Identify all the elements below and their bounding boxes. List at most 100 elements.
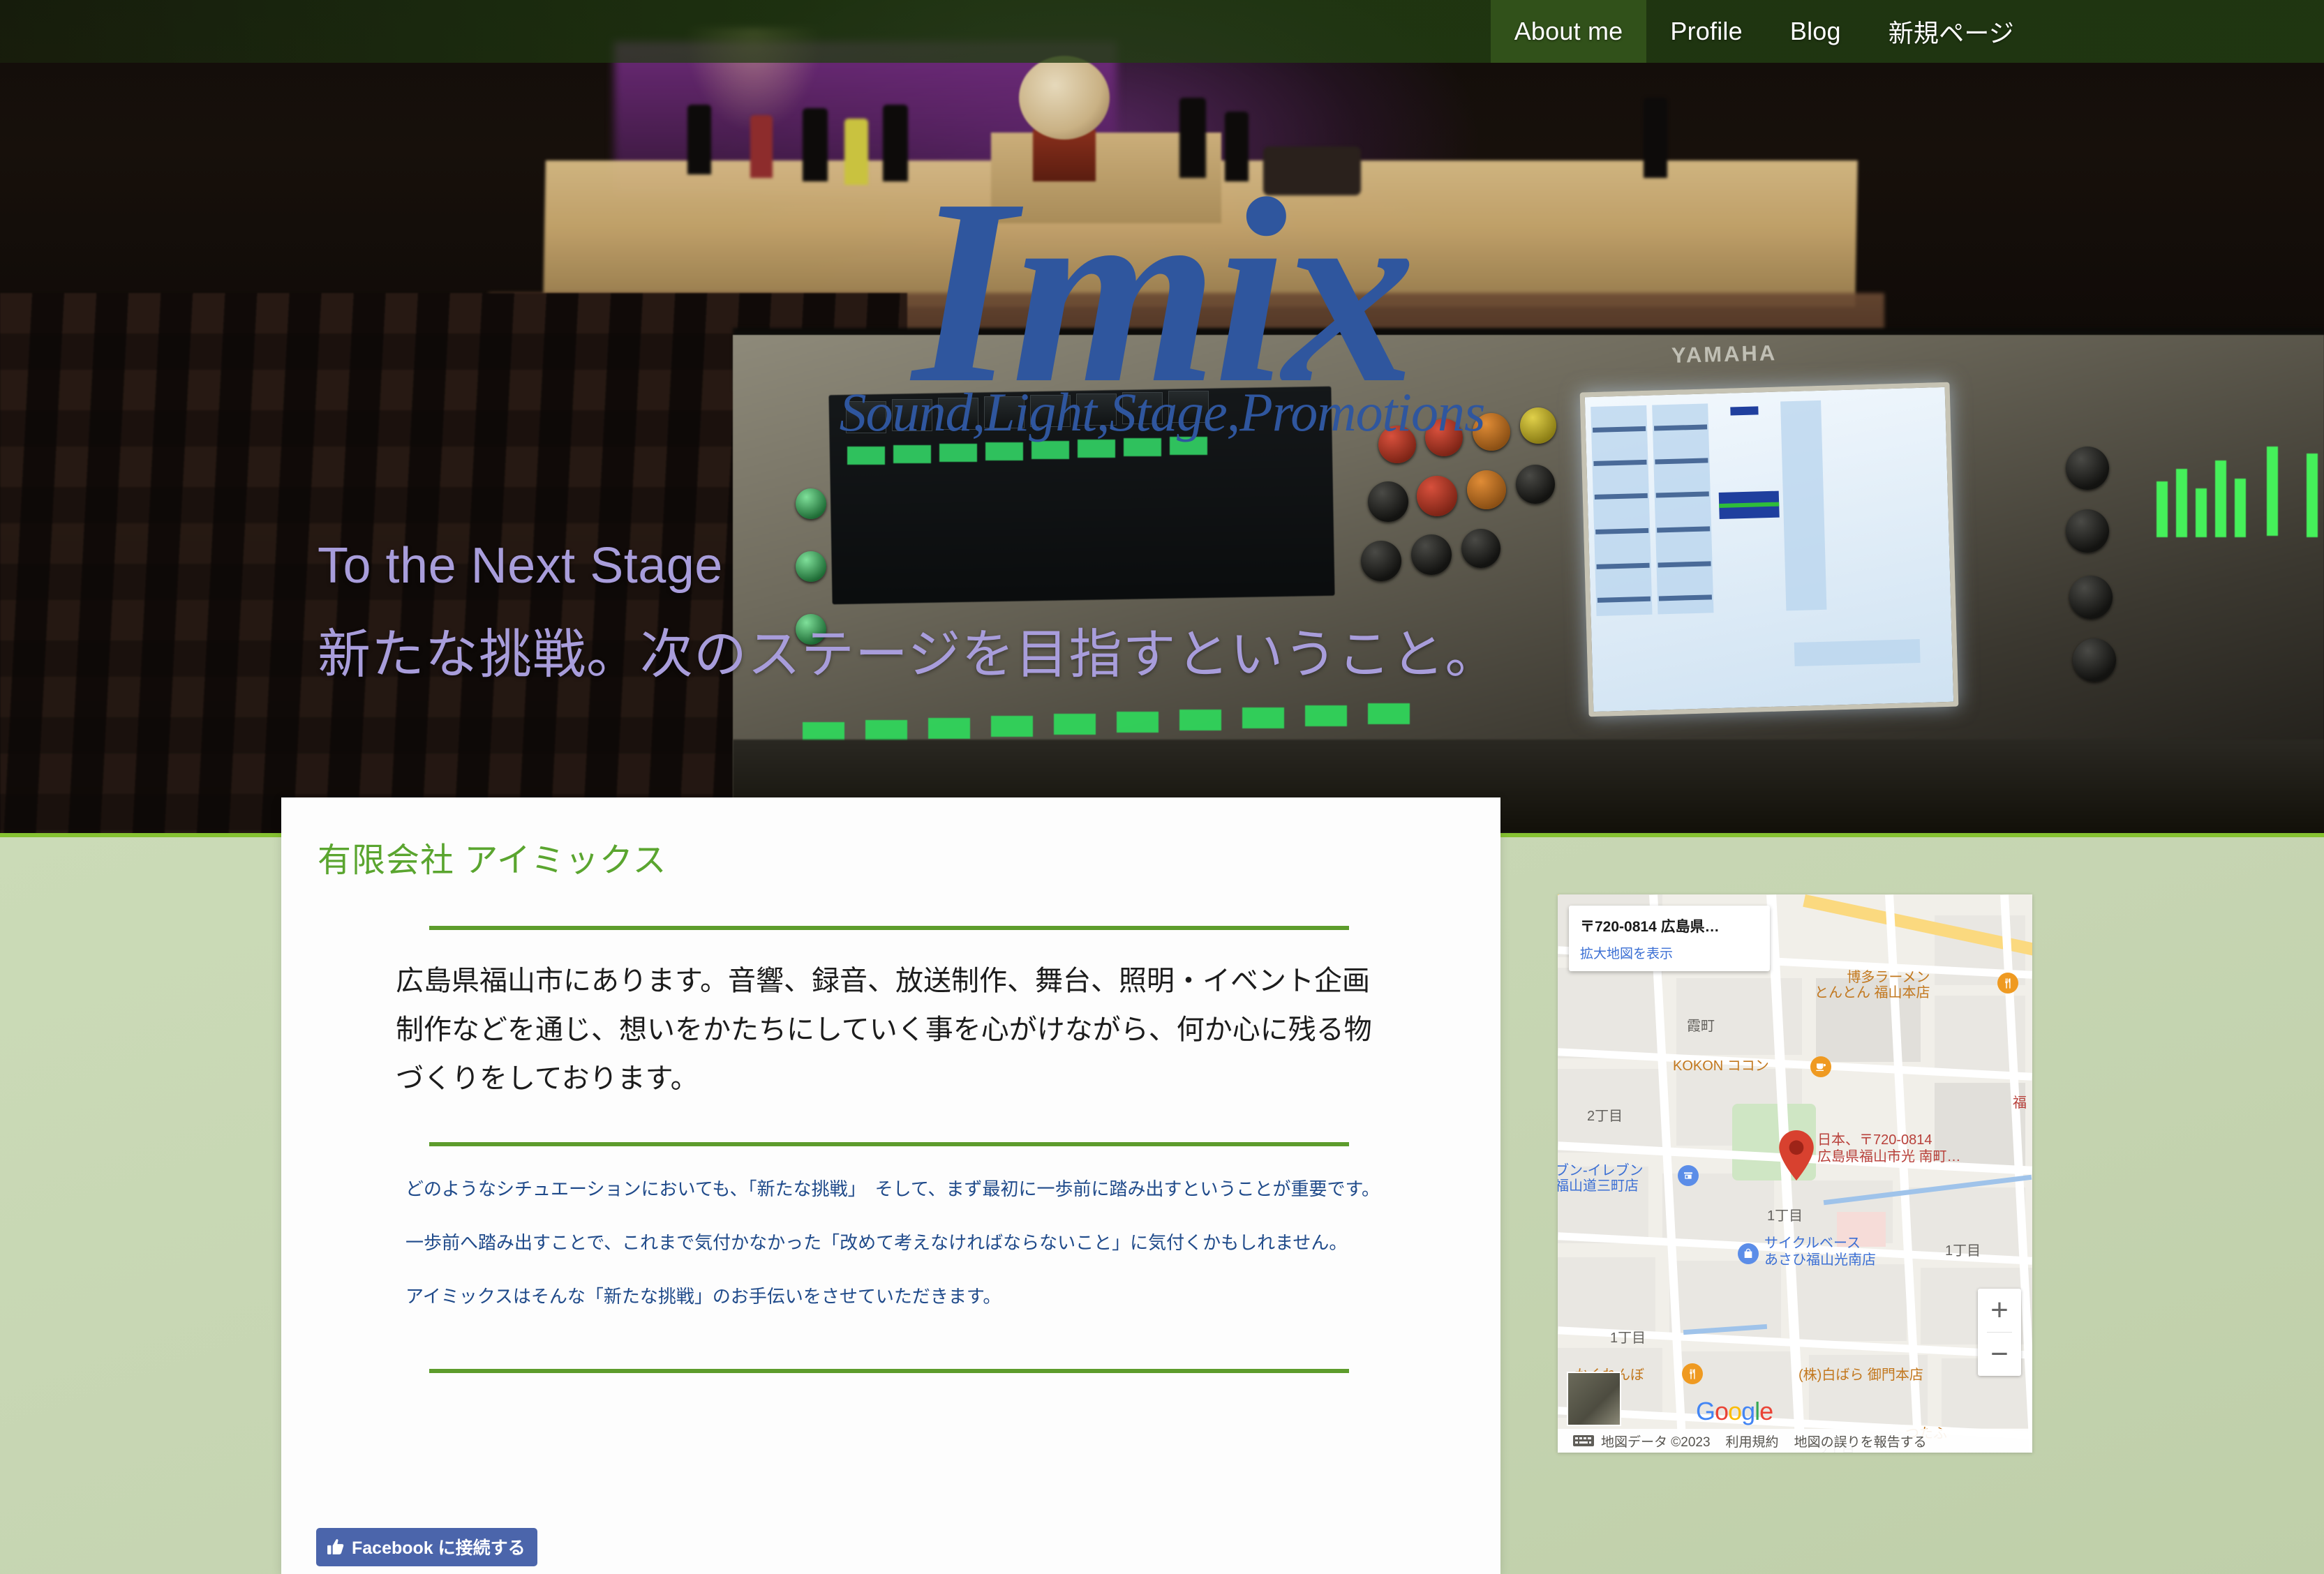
divider-bottom	[429, 1369, 1349, 1373]
hero-caption-japanese: 新たな挑戦。次のステージを目指すということ。	[318, 625, 1499, 684]
console-knob	[1425, 419, 1463, 456]
console-channel-display	[1170, 437, 1207, 455]
screen-panel	[1794, 639, 1921, 667]
map-zoom-in-button[interactable]: +	[1978, 1289, 2021, 1332]
map-report-error-link[interactable]: 地図の誤りを報告する	[1794, 1432, 1927, 1451]
stage-figure	[1225, 112, 1249, 181]
map-poi-hakata-ramen: 博多ラーメン とんとん 福山本店	[1815, 970, 1930, 1001]
console-channel-strip	[892, 399, 932, 431]
screen-panel	[1652, 403, 1714, 615]
console-fader-cap	[1179, 710, 1221, 730]
map-zoom-controls[interactable]: + −	[1978, 1289, 2021, 1376]
console-channel-display	[1031, 441, 1069, 459]
console-channel-display	[893, 445, 931, 463]
map-poi-1chome-c: 1丁目	[1610, 1331, 1646, 1346]
console-level-meter	[2157, 481, 2168, 537]
map-zoom-out-button[interactable]: −	[1978, 1333, 2021, 1376]
fork-knife-icon	[1689, 1368, 1695, 1379]
map-terms-link[interactable]: 利用規約	[1726, 1432, 1779, 1451]
facebook-connect-button[interactable]: Facebook に接続する	[316, 1528, 537, 1566]
map-block	[1662, 1174, 1774, 1243]
shopping-bag-icon	[1744, 1248, 1752, 1258]
taiko-drum	[1019, 56, 1110, 140]
console-channel-strip	[938, 398, 978, 430]
console-channel-strip	[1030, 395, 1071, 427]
convenience-store-icon	[1684, 1172, 1692, 1179]
console-channel-strip	[846, 401, 886, 433]
map-marker-address: 日本、〒720-0814 広島県福山市光 南町…	[1817, 1132, 1961, 1164]
map-poi-cycle-base-asahi: サイクルベース あさひ福山光南店	[1764, 1236, 1876, 1268]
message-block: どのようなシチュエーションにおいても、「新たな挑戦」 そして、まず最初に一歩前に…	[405, 1178, 1396, 1338]
map-poi-kokon: KOKON ココン	[1673, 1058, 1769, 1074]
street-view-thumbnail[interactable]	[1567, 1372, 1621, 1426]
nav-item-new-page[interactable]: 新規ページ	[1865, 0, 2038, 63]
stage-figure	[1644, 98, 1667, 178]
drum-kit	[1263, 147, 1361, 195]
nav-right-spacer	[2038, 0, 2324, 63]
console-channel-display	[1078, 440, 1115, 458]
message-line: どのようなシチュエーションにおいても、「新たな挑戦」 そして、まず最初に一歩前に…	[405, 1178, 1380, 1199]
console-level-meter	[2307, 454, 2318, 537]
console-fader-cap	[1054, 714, 1096, 735]
console-channel-strip	[1076, 394, 1117, 426]
console-knob	[2069, 576, 2113, 619]
map-data-credit: 地図データ ©2023	[1601, 1434, 1711, 1450]
content-card: 有限会社 アイミックス 広島県福山市にあります。音響、録音、放送制作、舞台、照明…	[281, 797, 1500, 1574]
console-touchscreen	[1579, 382, 1959, 717]
console-fader-cap	[1117, 712, 1159, 733]
fork-knife-icon	[2004, 977, 2011, 989]
page-title: 有限会社 アイミックス	[318, 842, 667, 879]
console-knob	[1378, 426, 1416, 463]
map-poi-shirobara: (株)白ばら 御門本店	[1798, 1367, 1923, 1383]
hero-photograph: YAMAHA	[0, 0, 2324, 833]
console-channel-strip	[984, 396, 1025, 428]
map-poi-1chome-a: 1丁目	[1767, 1208, 1803, 1224]
message-line: 一歩前へ踏み出すことで、これまで気付かなかった「改めて考えなければならないこと」…	[405, 1231, 1348, 1253]
nav-item-about-me[interactable]: About me	[1490, 0, 1647, 63]
divider-middle	[429, 1142, 1349, 1146]
facebook-button-label: Facebook に接続する	[352, 1538, 526, 1558]
console-fader-cap	[865, 720, 907, 741]
stage-figure	[750, 115, 773, 178]
thumbs-up-icon	[327, 1539, 344, 1554]
console-knob	[2073, 638, 2116, 682]
console-knob	[2066, 447, 2109, 490]
stage-figure	[687, 105, 711, 174]
map-info-window[interactable]: 〒720-0814 広島県… 拡大地図を表示	[1569, 906, 1770, 971]
console-level-meter	[2196, 488, 2207, 537]
location-marker[interactable]	[1778, 1130, 1815, 1184]
nav-item-profile[interactable]: Profile	[1646, 0, 1766, 63]
map-poi-seven-eleven-label: ブン-イレブン 福山道三町店	[1558, 1163, 1644, 1194]
console-knob	[1520, 407, 1556, 444]
console-knob	[1417, 476, 1457, 516]
hero-banner: YAMAHA Imix Sound,Light,Stage,Promotions…	[0, 0, 2324, 833]
map-block	[1558, 968, 1662, 1058]
console-knob	[1467, 470, 1506, 509]
console-channel-display	[847, 447, 885, 465]
console-knob	[1516, 465, 1555, 504]
map-expand-link[interactable]: 拡大地図を表示	[1580, 943, 1759, 962]
console-fader-cap	[1368, 703, 1410, 724]
nav-item-list: About me Profile Blog 新規ページ	[1490, 0, 2324, 63]
console-knob	[2066, 509, 2109, 553]
map-poi-fuku: 福	[2013, 1095, 2027, 1111]
screen-panel	[1591, 405, 1653, 616]
location-map[interactable]: 〒720-0814 広島県… 拡大地図を表示 博多ラーメン とんとん 福山本店 霞…	[1558, 894, 2032, 1453]
bicycle-store-pin-icon	[1738, 1243, 1759, 1264]
top-navigation: About me Profile Blog 新規ページ	[0, 0, 2324, 63]
stage-figure	[883, 105, 908, 181]
divider-top	[429, 926, 1349, 930]
nav-item-blog[interactable]: Blog	[1766, 0, 1865, 63]
stage-figure	[1179, 98, 1206, 178]
console-level-meter	[2176, 469, 2187, 537]
console-fader-cap	[928, 718, 970, 739]
console-level-meter	[2267, 447, 2278, 536]
intro-paragraph: 広島県福山市にあります。音響、録音、放送制作、舞台、照明・イベント企画制作などを…	[396, 966, 1372, 1094]
map-block	[1558, 1257, 1655, 1334]
keyboard-shortcuts-icon[interactable]	[1573, 1434, 1594, 1448]
map-poi-1chome-b: 1丁目	[1945, 1243, 1981, 1259]
map-block	[1795, 1264, 1907, 1341]
console-knob	[1368, 481, 1408, 522]
store-pin-icon	[1678, 1165, 1699, 1186]
map-poi-kasumicho: 霞町	[1687, 1019, 1715, 1034]
